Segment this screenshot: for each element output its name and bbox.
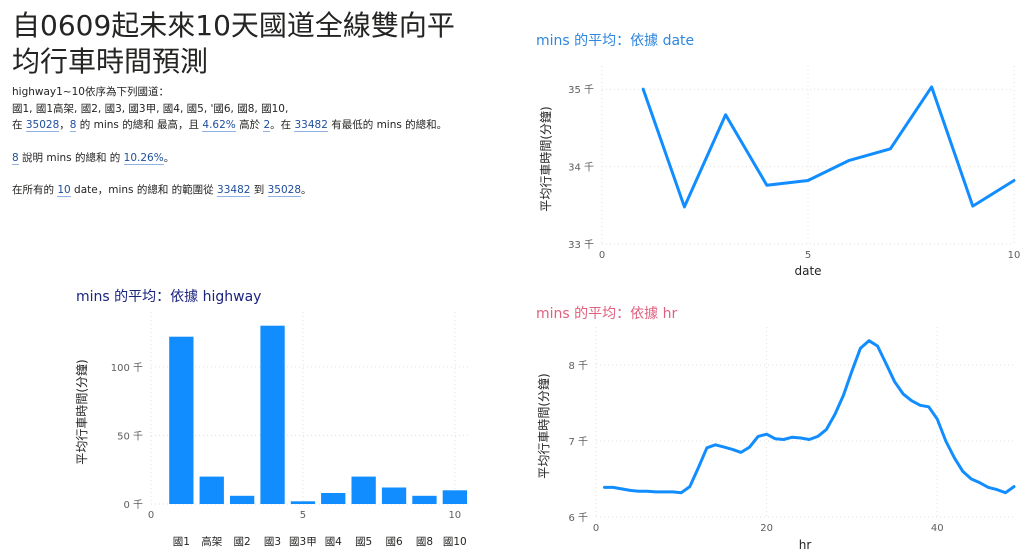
x-tick-label: 5 <box>805 250 811 261</box>
narrative-text: 高於 <box>235 119 264 131</box>
y-tick-label: 33 千 <box>568 239 594 251</box>
category-label: 國5 <box>355 536 372 548</box>
hr-line-chart-visual[interactable]: mins 的平均：依據 hr 0 20 40 6 千7 千8 千平均行車時間(分鐘) h… <box>536 303 1026 553</box>
narrative-line: 國1, 國1高架, 國2, 國3, 國3甲, 國4, 國5, '國6, 國8, … <box>12 102 289 115</box>
x-axis-title: date <box>794 264 821 278</box>
series-line <box>603 339 1016 495</box>
x-tick-label: 10 <box>1008 250 1021 261</box>
narrative-value: 33482 <box>217 184 251 197</box>
narrative-text: 有最低的 mins 的總和。 <box>327 119 448 131</box>
bar <box>321 493 346 504</box>
date-line-chart[interactable]: 0 5 10 33 千 34 千 35 千平均行車時間(分鐘) date <box>536 30 1026 285</box>
narrative-text: 在所有的 <box>12 184 58 196</box>
narrative-text: 說明 mins 的總和 的 <box>18 151 124 164</box>
narrative-paragraph: 在所有的 10 date，mins 的總和 的範圍從 33482 到 35028… <box>12 182 482 199</box>
y-tick-label: 50 千 <box>117 430 143 442</box>
x-tick-label: 0 <box>593 523 599 534</box>
bar <box>351 476 376 504</box>
bar <box>199 476 224 504</box>
y-tick-label: 34 千 <box>568 162 594 174</box>
bar <box>412 495 437 504</box>
narrative-text: 。在 <box>270 119 295 131</box>
y-axis-title: 平均行車時間(分鐘) <box>536 373 551 478</box>
category-label: 國3 <box>264 536 281 548</box>
y-tick-label: 0 千 <box>123 499 143 511</box>
narrative-value: 35028 <box>267 184 302 197</box>
date-line-chart-visual[interactable]: mins 的平均：依據 date 0 5 10 33 千 34 千 35 千平均行車時間(… <box>536 30 1026 285</box>
series-line <box>641 85 1016 209</box>
highway-bar-chart-visual[interactable]: mins 的平均：依據 highway 0 5 10 0 千 50 千 100 千平均行車… <box>74 286 496 553</box>
category-label: 國6 <box>385 536 402 548</box>
highway-bar-chart[interactable]: 0 5 100 千50 千100 千平均行車時間(分鐘)國1 高架 國2 國3 國3甲 國4 國… <box>74 286 496 553</box>
bar <box>260 325 285 504</box>
y-tick-label: 6 千 <box>568 512 588 524</box>
narrative-paragraph: 8 說明 mins 的總和 的 10.26%。 <box>12 150 482 167</box>
narrative-value: 35028 <box>25 119 60 132</box>
narrative-line: highway1~10依序為下列國道： <box>12 86 169 98</box>
narrative-text: 。 <box>301 184 312 196</box>
x-tick-label: 10 <box>448 510 461 521</box>
category-label: 國2 <box>234 536 251 548</box>
y-tick-label: 7 千 <box>568 436 588 448</box>
narrative-value: 33482 <box>294 119 328 132</box>
narrative-text: 在 <box>12 119 26 131</box>
category-label: 國8 <box>416 536 433 548</box>
bar <box>169 336 194 504</box>
x-tick-label: 20 <box>760 523 773 534</box>
category-label: 國10 <box>443 536 467 548</box>
x-tick-label: 0 <box>599 250 605 261</box>
narrative-text: date，mins 的總和 的範圍從 <box>70 184 218 196</box>
category-label: 高架 <box>201 535 222 548</box>
smart-narrative: highway1~10依序為下列國道： 國1, 國1高架, 國2, 國3, 國3… <box>12 84 482 199</box>
y-axis-title: 平均行車時間(分鐘) <box>74 359 89 464</box>
narrative-text: 。 <box>163 151 175 164</box>
y-tick-label: 35 千 <box>568 84 594 96</box>
narrative-value: 10 <box>57 184 71 197</box>
page-title: 自0609起未來10天國道全線雙向平均行車時間預測 <box>12 9 455 78</box>
hr-line-chart[interactable]: 0 20 40 6 千 7 千 8 千平均行車時間(分鐘) hr <box>536 303 1026 553</box>
narrative-text: 的 mins 的總和 最高，且 <box>76 119 203 131</box>
y-tick-label: 8 千 <box>568 360 588 372</box>
bar <box>381 487 407 504</box>
x-tick-label: 5 <box>300 510 306 521</box>
narrative-value: 8 <box>12 151 19 165</box>
x-axis-title: hr <box>799 538 812 552</box>
category-label: 國4 <box>325 536 342 548</box>
bar <box>290 501 316 504</box>
x-tick-label: 40 <box>931 523 944 534</box>
narrative-paragraph: 在 35028，8 的 mins 的總和 最高，且 4.62% 高於 2。在 3… <box>12 117 482 134</box>
bar <box>442 490 467 504</box>
narrative-value: 10.26% <box>123 151 164 165</box>
y-tick-label: 100 千 <box>111 362 143 374</box>
narrative-value: 4.62% <box>202 119 236 132</box>
category-label: 國3甲 <box>289 536 317 548</box>
narrative-text: 到 <box>250 184 268 196</box>
y-axis-title: 平均行車時間(分鐘) <box>538 106 553 211</box>
narrative-text: ， <box>59 119 70 131</box>
x-tick-label: 0 <box>148 510 154 521</box>
bar <box>230 495 255 504</box>
category-label: 國1 <box>173 536 190 548</box>
